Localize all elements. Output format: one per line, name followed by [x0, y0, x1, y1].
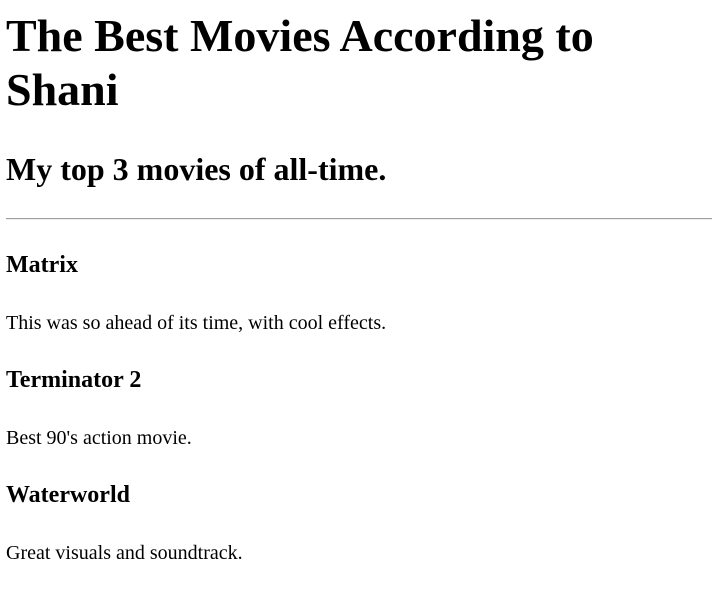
movie-description: Best 90's action movie.: [6, 427, 192, 449]
movie-description: This was so ahead of its time, with cool…: [6, 312, 387, 334]
movie-title: Terminator 2: [6, 367, 142, 393]
movie-item: Waterworld Great visuals and soundtrack.: [6, 481, 712, 565]
movie-item: Matrix This was so ahead of its time, wi…: [6, 251, 712, 335]
movie-title: Matrix: [6, 252, 78, 278]
movie-list: Matrix This was so ahead of its time, wi…: [6, 251, 712, 565]
movie-description: Great visuals and soundtrack.: [6, 542, 243, 564]
page-title: The Best Movies According to Shani: [6, 10, 594, 115]
divider: [6, 218, 712, 220]
page-subtitle: My top 3 movies of all-time.: [6, 151, 387, 187]
movie-title: Waterworld: [6, 482, 130, 508]
page-content: The Best Movies According to Shani My to…: [0, 9, 718, 565]
movie-item: Terminator 2 Best 90's action movie.: [6, 366, 712, 450]
